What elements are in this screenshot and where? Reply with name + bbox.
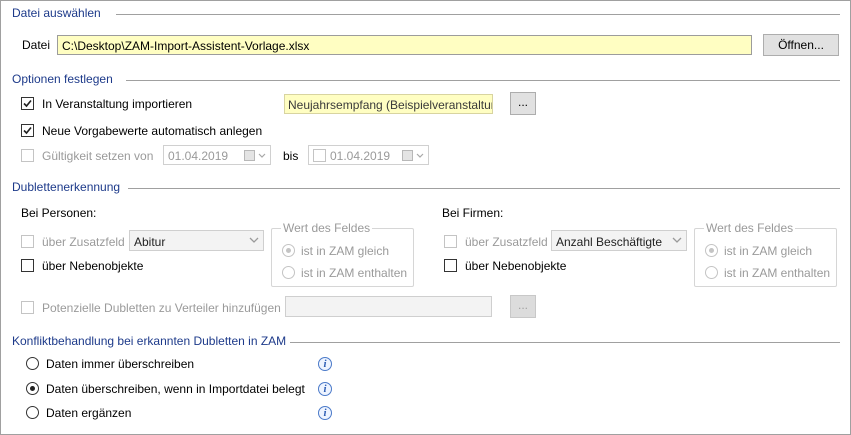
validity-to-checkbox[interactable] (313, 149, 326, 162)
chevron-down-icon (249, 237, 259, 243)
firmen-nebenobjekte-checkbox[interactable] (444, 259, 457, 272)
firmen-zusatzfeld-checkbox[interactable] (444, 235, 457, 248)
validity-checkbox[interactable] (21, 149, 34, 162)
section-title-dubletten: Dublettenerkennung (12, 180, 121, 194)
section-title-konflikt: Konfliktbehandlung bei erkannten Dublett… (12, 334, 287, 348)
divider (116, 14, 840, 15)
firmen-zusatzfeld-value: Anzahl Beschäftigte (556, 235, 663, 249)
validity-to-value: 01.04.2019 (330, 149, 391, 163)
info-icon[interactable]: i (318, 357, 332, 371)
calendar-icon[interactable] (244, 150, 268, 161)
auto-defaults-label: Neue Vorgabewerte automatisch anlegen (42, 124, 263, 138)
divider (128, 188, 840, 189)
radio-overwrite-if-set[interactable] (26, 382, 39, 395)
personen-radio-contains[interactable] (282, 266, 295, 279)
personen-title: Bei Personen: (21, 206, 97, 220)
radio-supplement-label: Daten ergänzen (46, 406, 132, 420)
personen-radio-equal[interactable] (282, 244, 295, 257)
firmen-group-title: Wert des Feldes (704, 221, 796, 235)
firmen-radio-contains-label: ist in ZAM enthalten (724, 266, 831, 280)
event-name-value: Neujahrsempfang (Beispielveranstaltun (288, 98, 493, 112)
personen-group-title: Wert des Feldes (281, 221, 373, 235)
firmen-title: Bei Firmen: (442, 206, 504, 220)
section-title-datei: Datei auswählen (12, 6, 101, 20)
radio-supplement[interactable] (26, 406, 39, 419)
personen-radio-equal-label: ist in ZAM gleich (301, 244, 390, 258)
section-title-optionen: Optionen festlegen (12, 72, 113, 86)
event-name-input[interactable]: Neujahrsempfang (Beispielveranstaltun (284, 94, 493, 114)
personen-zusatzfeld-checkbox[interactable] (21, 235, 34, 248)
calendar-icon[interactable] (402, 150, 426, 161)
firmen-zusatzfeld-select[interactable]: Anzahl Beschäftigte (551, 230, 687, 251)
validity-from-value: 01.04.2019 (168, 149, 229, 163)
validity-label: Gültigkeit setzen von (42, 149, 154, 163)
personen-zusatzfeld-value: Abitur (134, 235, 166, 249)
radio-overwrite-if-set-label: Daten überschreiben, wenn in Importdatei… (46, 382, 305, 396)
verteiler-label: Potenzielle Dubletten zu Verteiler hinzu… (42, 301, 281, 315)
personen-nebenobjekte-label: über Nebenobjekte (42, 259, 144, 273)
chevron-down-icon (672, 237, 682, 243)
info-icon[interactable]: i (318, 382, 332, 396)
personen-nebenobjekte-checkbox[interactable] (21, 259, 34, 272)
personen-radio-contains-label: ist in ZAM enthalten (301, 266, 408, 280)
firmen-zusatzfeld-label: über Zusatzfeld (465, 235, 548, 249)
verteiler-checkbox[interactable] (21, 301, 34, 314)
auto-defaults-checkbox[interactable] (21, 124, 34, 137)
validity-to-label: bis (283, 149, 299, 163)
file-path-value: C:\Desktop\ZAM-Import-Assistent-Vorlage.… (62, 39, 310, 53)
firmen-radio-equal-label: ist in ZAM gleich (724, 244, 813, 258)
firmen-radio-equal[interactable] (705, 244, 718, 257)
radio-overwrite-always[interactable] (26, 357, 39, 370)
file-label: Datei (22, 38, 51, 52)
info-icon[interactable]: i (318, 406, 332, 420)
validity-to-date[interactable]: 01.04.2019 (308, 145, 429, 165)
verteiler-browse-button[interactable]: ... (510, 295, 536, 318)
import-event-checkbox[interactable] (21, 97, 34, 110)
firmen-radio-contains[interactable] (705, 266, 718, 279)
validity-from-date[interactable]: 01.04.2019 (163, 145, 271, 165)
divider (290, 342, 840, 343)
open-file-button[interactable]: Öffnen... (763, 34, 839, 56)
firmen-nebenobjekte-label: über Nebenobjekte (465, 259, 567, 273)
file-path-input[interactable]: C:\Desktop\ZAM-Import-Assistent-Vorlage.… (57, 35, 752, 55)
divider (126, 80, 840, 81)
personen-zusatzfeld-label: über Zusatzfeld (42, 235, 125, 249)
radio-overwrite-always-label: Daten immer überschreiben (46, 357, 195, 371)
verteiler-input[interactable] (285, 296, 492, 317)
event-browse-button[interactable]: ... (510, 92, 536, 115)
personen-zusatzfeld-select[interactable]: Abitur (129, 230, 264, 251)
import-event-label: In Veranstaltung importieren (42, 97, 193, 111)
